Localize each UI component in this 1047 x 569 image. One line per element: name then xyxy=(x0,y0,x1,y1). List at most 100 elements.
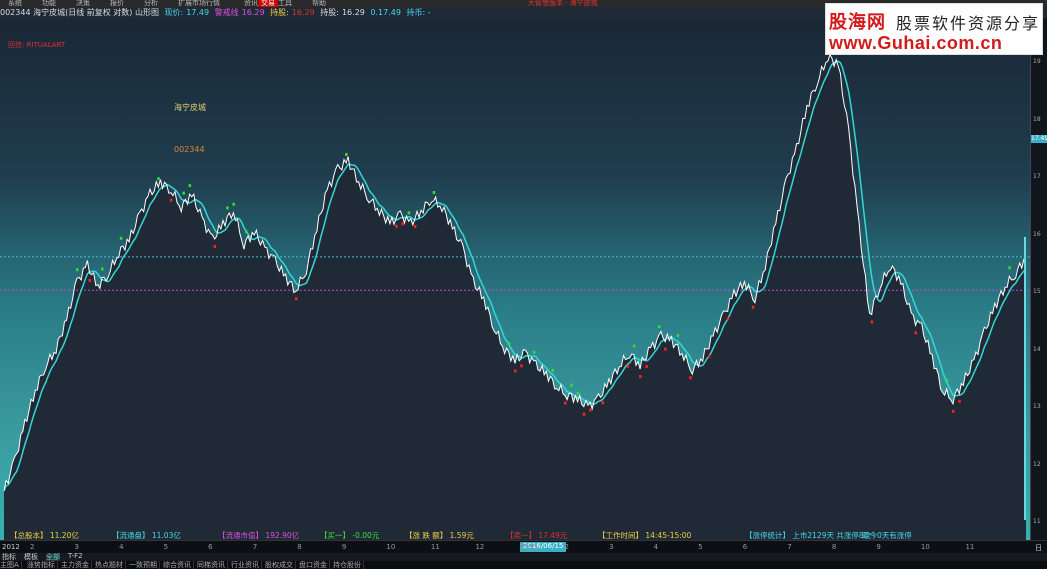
axis-tick: 13 xyxy=(1033,403,1041,410)
bottom-tab-3[interactable]: 热点题材 xyxy=(95,561,126,569)
buy-marker xyxy=(632,344,636,348)
sell-marker xyxy=(169,198,173,202)
timeline-bar[interactable]: 2012 2016/06/15 日线 234567891011122013234… xyxy=(0,540,1047,553)
sell-marker xyxy=(514,369,517,373)
buy-marker xyxy=(407,211,411,215)
axis-tick: 12 xyxy=(1033,460,1041,468)
sell-marker xyxy=(726,317,730,321)
axis-tick: 15 xyxy=(1033,288,1041,295)
support-label: 持股: xyxy=(320,8,339,17)
watermark-slogan: 股票软件资源分享 xyxy=(896,14,1041,33)
buy-marker xyxy=(551,368,555,372)
price-label: 现价: xyxy=(164,8,184,17)
hold-label: 持股: xyxy=(270,8,289,17)
watermark-url: www.Guhai.com.cn xyxy=(829,33,1003,53)
menu-center-title: 大智慧版本 · 海宁皮城 xyxy=(528,0,598,7)
sell-marker xyxy=(401,222,404,226)
sell-marker xyxy=(689,376,692,380)
bottom-tab-4[interactable]: 一致预期 xyxy=(129,561,160,569)
menu-item-0[interactable]: 系统 xyxy=(8,0,22,7)
current-price-marker: 17.49 xyxy=(1031,135,1047,143)
indicator-tab-1[interactable]: 模板 xyxy=(24,553,38,561)
bottom-tab-1[interactable]: 涨势指标 xyxy=(27,561,58,569)
ma-value: 16.29 xyxy=(241,8,265,17)
extra-value: 0.17.49 xyxy=(370,8,401,17)
bottom-tab-8[interactable]: 股权成交 xyxy=(265,561,296,569)
bottom-stats: 【总股本】 11.20亿 【流通盘】 11.03亿 【流通市值】 192.90亿 【买… xyxy=(0,530,1030,540)
buy-marker xyxy=(1008,266,1011,270)
buy-marker xyxy=(182,191,185,195)
timeline-tick: 9 xyxy=(341,543,347,551)
buy-marker xyxy=(345,152,348,156)
buy-marker xyxy=(101,267,104,271)
buy-marker xyxy=(244,230,248,234)
sell-marker xyxy=(413,225,417,229)
sell-marker xyxy=(589,408,592,412)
bottom-tab-10[interactable]: 持仓股份 xyxy=(333,561,364,569)
timeline-tick: 7 xyxy=(252,543,258,551)
menu-item-trade[interactable]: 交易 xyxy=(258,0,278,7)
sell-marker xyxy=(395,224,398,228)
buy-marker xyxy=(657,325,661,329)
menu-item-4[interactable]: 分析 xyxy=(144,0,158,7)
indicator-tab-2[interactable]: 全部 xyxy=(46,553,60,561)
timeline-tick: 6 xyxy=(742,543,748,551)
indicator-tab-3[interactable]: T-F2 xyxy=(68,553,83,560)
buy-marker xyxy=(945,378,949,382)
hold-value: 16.29 xyxy=(291,8,315,17)
timeline-tick: 4 xyxy=(653,543,659,551)
bottom-tab-5[interactable]: 综合资讯 xyxy=(163,561,194,569)
sell-marker xyxy=(88,279,92,283)
watermark-brand: 股海网 xyxy=(829,12,886,33)
menu-item-1[interactable]: 功能 xyxy=(42,0,56,7)
sell-marker xyxy=(952,409,955,413)
bottom-tab-6[interactable]: 同梯资讯 xyxy=(197,561,228,569)
menu-item-5[interactable]: 扩展市场行情 xyxy=(178,0,220,7)
bottom-tab-9[interactable]: 盘口资金 xyxy=(299,561,330,569)
sell-marker xyxy=(601,401,605,405)
sell-marker xyxy=(870,320,874,324)
menu-item-7[interactable]: 工具 xyxy=(278,0,292,7)
sell-marker xyxy=(520,364,523,368)
buy-marker xyxy=(432,191,436,195)
buy-marker xyxy=(507,341,511,345)
axis-tick: 19 xyxy=(1033,58,1041,65)
sell-marker xyxy=(958,399,961,403)
timeline-tick: 8 xyxy=(831,543,837,551)
timeline-start: 2012 xyxy=(2,543,20,551)
buy-marker xyxy=(76,268,79,272)
buy-marker xyxy=(157,177,160,181)
buy-marker xyxy=(532,350,536,354)
menu-item-6[interactable]: 资讯 xyxy=(244,0,258,7)
timeline-tick: 2013 xyxy=(520,543,538,551)
bottom-tab-7[interactable]: 行业资讯 xyxy=(231,561,262,569)
timeline-tick: 11 xyxy=(430,543,440,551)
timeline-tick: 9 xyxy=(876,543,881,551)
timeline-tick: 8 xyxy=(297,543,302,551)
menu-item-8[interactable]: 帮助 xyxy=(312,0,326,7)
sell-marker xyxy=(626,364,630,368)
menu-item-3[interactable]: 报价 xyxy=(110,0,124,7)
timeline-tick: 5 xyxy=(163,543,169,551)
axis-tick: 16 xyxy=(1033,230,1041,238)
price-chart[interactable]: 回信: RITUALART 海宁皮城 002344 xyxy=(0,18,1030,540)
stock-code-label: 002344 xyxy=(174,145,205,154)
timeline-tick: 2 xyxy=(564,543,569,551)
sell-marker xyxy=(645,364,648,368)
timeline-period[interactable]: 日线 xyxy=(1035,543,1047,553)
axis-tick: 11 xyxy=(1033,518,1041,525)
signal-label: 回信: RITUALART xyxy=(8,41,66,49)
price-value: 17.49 xyxy=(186,8,210,17)
buy-marker xyxy=(119,236,123,240)
indicator-tab-0[interactable]: 指标 xyxy=(2,553,16,561)
menu-item-2[interactable]: 决策 xyxy=(76,0,90,7)
sell-marker xyxy=(664,347,667,351)
stock-name-label: 海宁皮城 xyxy=(174,103,206,112)
bottom-tab-0[interactable]: 主图A xyxy=(0,561,22,569)
sell-marker xyxy=(707,354,711,358)
indicator-tabs: 指标 模板 全部 T-F2 xyxy=(0,553,1047,561)
axis-tick: 17 xyxy=(1033,173,1041,180)
bottom-tab-2[interactable]: 主力资金 xyxy=(61,561,92,569)
sell-marker xyxy=(914,331,917,335)
sell-marker xyxy=(295,297,298,301)
